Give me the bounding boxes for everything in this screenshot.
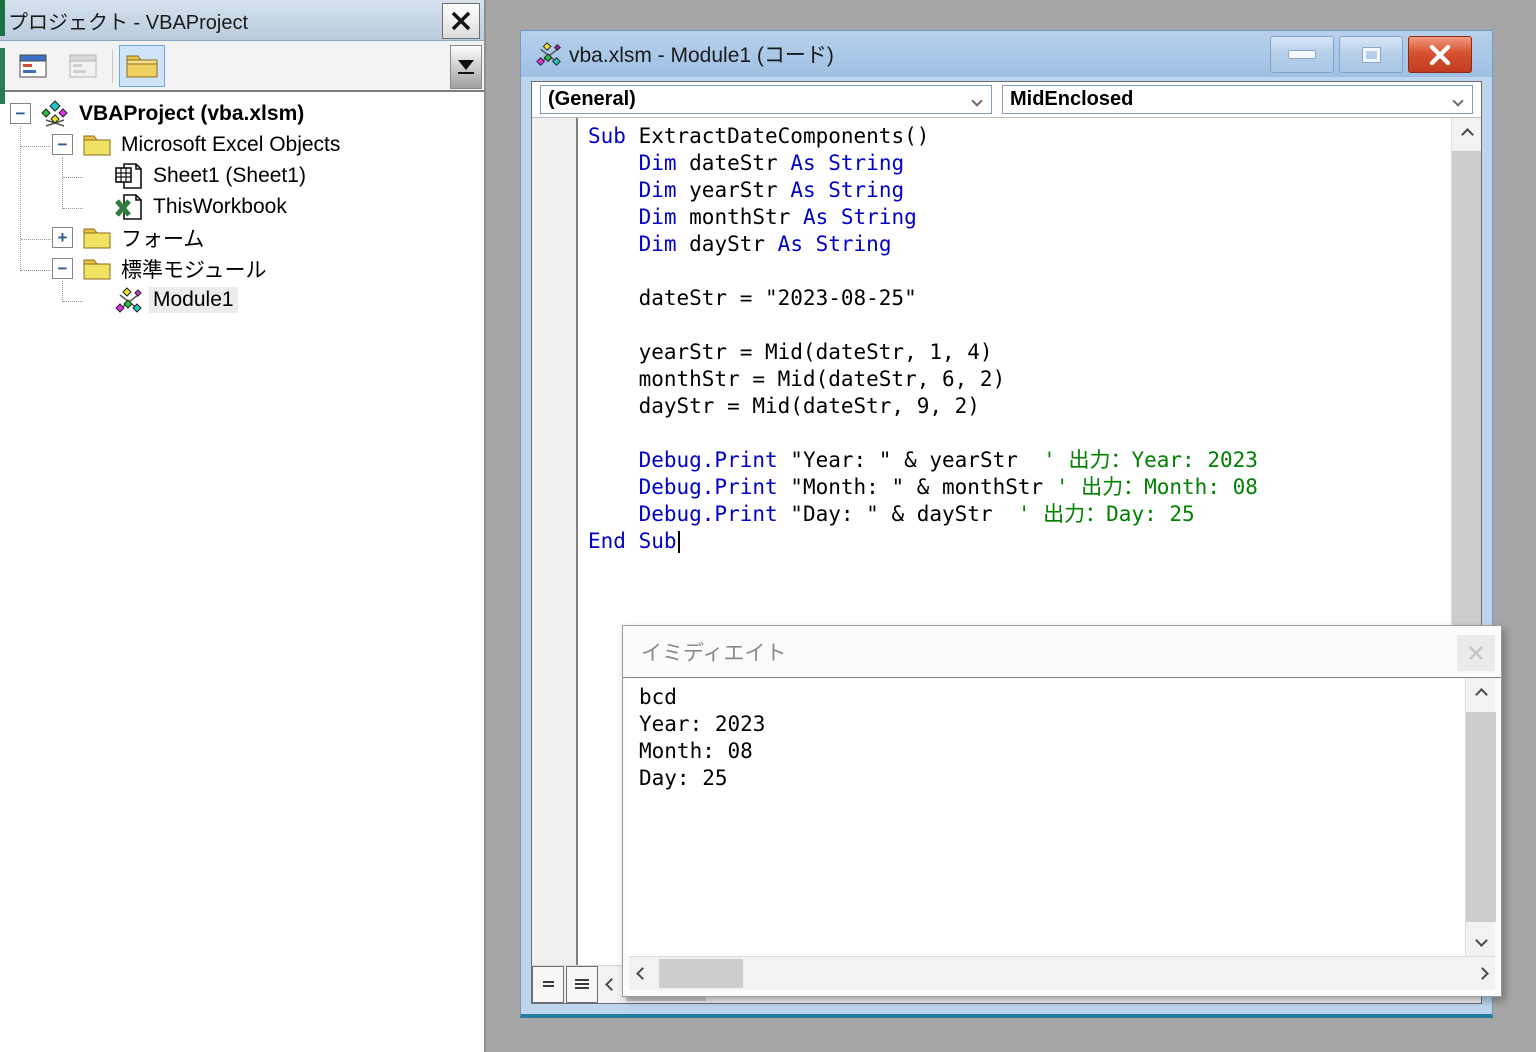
tree-item-forms-folder[interactable]: + フォーム [0,222,482,253]
immediate-window: イミディエイト bcd Year: 2023 Month: 08 Day: 25 [622,625,1502,997]
project-explorer-panel: プロジェクト - VBAProject − VBAProject (vba.xl… [0,0,486,1052]
view-object-icon [69,54,97,77]
collapse-toggle[interactable]: − [52,258,73,279]
close-icon [1429,44,1451,65]
procedure-dropdown-value: MidEnclosed [1010,88,1134,110]
procedure-view-icon [542,980,554,989]
view-object-button[interactable] [60,45,106,87]
restore-button[interactable] [1339,36,1403,73]
scroll-right-arrow[interactable] [1469,957,1495,990]
tree-item-vbaproject[interactable]: − VBAProject (vba.xlsm) [0,98,482,129]
scroll-up-arrow[interactable] [1452,118,1481,150]
triangle-underline [458,72,474,74]
close-icon [1469,646,1483,660]
chevron-down-icon [1474,933,1488,947]
restore-icon [1361,46,1381,63]
folder-icon [126,55,158,77]
minimize-icon [1288,50,1316,59]
toggle-folders-button[interactable] [119,44,165,87]
module-icon [115,286,142,313]
project-panel-toolbar [0,41,484,92]
chevron-left-icon [604,978,618,991]
tree-item-label: Sheet1 (Sheet1) [153,163,306,187]
code-window-title: vba.xlsm - Module1 (コード) [569,44,834,67]
project-panel-title: プロジェクト - VBAProject [8,11,249,34]
scroll-down-arrow[interactable] [1466,924,1496,956]
folder-closed-icon [83,228,111,248]
module-icon [536,42,561,66]
chevron-right-icon [1475,967,1489,980]
excel-edge-strip [0,0,5,36]
vbe-application: プロジェクト - VBAProject − VBAProject (vba.xl… [0,0,1536,1052]
expand-toggle[interactable]: + [52,227,73,248]
project-panel-titlebar[interactable]: プロジェクト - VBAProject [0,0,484,41]
collapse-toggle[interactable]: − [10,103,31,124]
scroll-left-arrow[interactable] [629,957,655,990]
immediate-output[interactable]: bcd Year: 2023 Month: 08 Day: 25 [639,684,1455,792]
chevron-down-icon [971,95,983,107]
chevron-left-icon [635,967,649,980]
view-code-icon [19,54,47,77]
combo-row: (General) MidEnclosed [532,82,1481,118]
scroll-up-arrow[interactable] [1466,678,1496,710]
tree-item-label: ThisWorkbook [153,194,287,218]
code-text[interactable]: Sub ExtractDateComponents() Dim dateStr … [588,123,1447,555]
margin-indicator-bar[interactable] [532,118,578,965]
tree-item-label: VBAProject (vba.xlsm) [79,101,305,125]
excel-edge-strip [0,48,5,104]
collapse-toggle[interactable]: − [52,134,73,155]
immediate-vertical-scrollbar[interactable] [1465,678,1496,956]
toolbar-scroll-down-button[interactable] [450,45,482,89]
scrollbar-thumb[interactable] [1452,151,1481,631]
scrollbar-thumb[interactable] [659,959,743,988]
toolbar-separator [112,48,113,83]
scroll-left-arrow[interactable] [598,966,624,1003]
chevron-up-icon [1474,687,1488,701]
tree-item-thisworkbook[interactable]: ThisWorkbook [0,191,482,222]
close-icon [451,11,471,31]
tree-item-modules-folder[interactable]: − 標準モジュール [0,253,482,284]
immediate-horizontal-scrollbar[interactable] [629,956,1495,990]
project-tree: − VBAProject (vba.xlsm) − Microsoft Exce… [0,98,482,1052]
tree-item-module1[interactable]: Module1 [0,284,482,315]
tree-item-label: フォーム [121,227,205,251]
full-module-view-button[interactable] [566,966,598,1003]
tree-item-label: Module1 [149,286,238,313]
immediate-window-title: イミディエイト [641,641,787,665]
workbook-icon [115,193,142,220]
object-dropdown-value: (General) [548,88,636,110]
folder-open-icon [83,259,111,279]
triangle-down-icon [458,60,474,70]
immediate-close-button[interactable] [1457,635,1495,671]
close-button[interactable] [1408,36,1472,73]
chevron-down-icon [1452,95,1464,107]
tree-item-label: 標準モジュール [121,258,267,282]
minimize-button[interactable] [1270,36,1334,73]
project-panel-close-button[interactable] [442,3,480,39]
scrollbar-thumb[interactable] [1466,712,1496,922]
procedure-dropdown[interactable]: MidEnclosed [1002,85,1473,114]
code-window-titlebar[interactable]: vba.xlsm - Module1 (コード) [521,31,1492,77]
vba-project-icon [41,99,68,127]
tree-item-label: Microsoft Excel Objects [121,132,341,156]
view-code-button[interactable] [10,45,56,87]
immediate-client: bcd Year: 2023 Month: 08 Day: 25 [629,678,1496,990]
procedure-view-button[interactable] [532,966,564,1003]
immediate-window-titlebar[interactable]: イミディエイト [623,626,1501,678]
tree-item-excel-objects[interactable]: − Microsoft Excel Objects [0,129,482,160]
object-dropdown[interactable]: (General) [540,85,992,114]
folder-open-icon [83,135,111,155]
worksheet-icon [115,162,142,189]
chevron-up-icon [1460,127,1474,141]
tree-item-sheet1[interactable]: Sheet1 (Sheet1) [0,160,482,191]
full-module-view-icon [575,978,589,991]
